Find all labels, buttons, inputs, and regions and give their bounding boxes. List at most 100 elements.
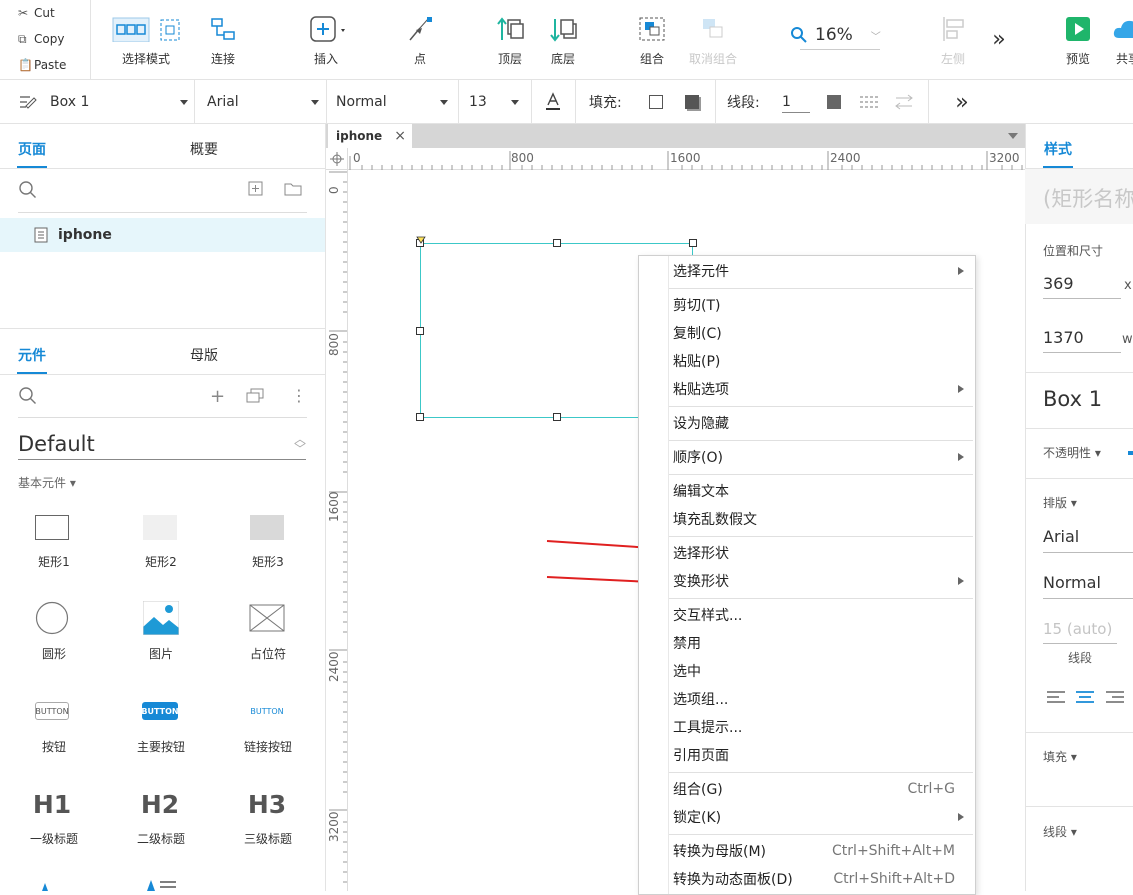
paste-button[interactable]: 📋 Paste xyxy=(0,52,90,78)
page-item-iphone[interactable]: iphone xyxy=(0,218,325,252)
width-input[interactable]: 1370 xyxy=(1043,328,1121,353)
style-select[interactable]: Box 1 xyxy=(18,80,188,124)
menu-item-tooltip[interactable]: 工具提示... xyxy=(639,713,975,741)
tab-masters[interactable]: 母版 xyxy=(176,333,232,377)
connect-button[interactable]: 连接 xyxy=(198,0,248,80)
align-left-text-icon[interactable] xyxy=(1047,690,1065,708)
insert-button[interactable]: 插入 xyxy=(296,0,356,80)
rectangle2-icon[interactable] xyxy=(142,514,178,540)
tab-outline[interactable]: 概要 xyxy=(176,127,232,171)
heading1-icon[interactable]: H1 xyxy=(30,789,74,819)
crosshair-icon[interactable] xyxy=(326,148,348,170)
menu-item-transform-shape[interactable]: 变换形状 xyxy=(639,567,975,595)
shape-name-input[interactable]: (矩形名称) xyxy=(1043,183,1133,213)
library-select[interactable]: Default ︿ ﹀ xyxy=(18,428,306,460)
menu-item-disable[interactable]: 禁用 xyxy=(639,629,975,657)
menu-item-copy[interactable]: 复制(C) xyxy=(639,319,975,347)
resize-handle[interactable] xyxy=(416,413,424,421)
fill-toggle[interactable]: 填充 ▾ xyxy=(1043,748,1077,765)
align-center-text-icon[interactable] xyxy=(1076,690,1094,708)
font-weight-field[interactable]: Normal xyxy=(1043,573,1133,599)
point-button[interactable]: 点 xyxy=(400,0,440,80)
menu-item-convert-dynamic-panel[interactable]: 转换为动态面板(D) Ctrl+Shift+Alt+D xyxy=(639,865,975,893)
preview-button[interactable]: 预览 xyxy=(1058,0,1098,80)
align-left-button[interactable]: 左侧 xyxy=(936,0,970,80)
menu-item-interaction-styles[interactable]: 交互样式... xyxy=(639,601,975,629)
opacity-slider[interactable] xyxy=(1128,451,1133,455)
send-to-bottom-button[interactable]: 底层 xyxy=(543,0,583,80)
menu-item-selected[interactable]: 选中 xyxy=(639,657,975,685)
category-toggle[interactable]: 基本元件 ▾ xyxy=(18,474,76,491)
copy-button[interactable]: ⧉ Copy xyxy=(0,26,90,52)
primary-button-widget-icon[interactable]: BUTTON xyxy=(141,702,179,720)
circle-icon[interactable] xyxy=(35,601,69,639)
bring-to-top-button[interactable]: 顶层 xyxy=(490,0,530,80)
menu-item-edit-text[interactable]: 编辑文本 xyxy=(639,477,975,505)
font-family-field[interactable]: Arial xyxy=(1043,527,1133,553)
library-stack-icon[interactable] xyxy=(246,388,264,408)
cut-button[interactable]: ✂ Cut xyxy=(0,0,90,26)
select-mode-button[interactable]: 选择模式 xyxy=(104,0,188,80)
arrow-style-button[interactable] xyxy=(893,80,915,124)
shadow-button[interactable] xyxy=(682,80,702,124)
search-icon[interactable] xyxy=(18,180,38,204)
tab-widgets[interactable]: 元件 xyxy=(10,333,54,377)
resize-handle[interactable] xyxy=(416,327,424,335)
menu-item-convert-master[interactable]: 转换为母版(M) Ctrl+Shift+Alt+M xyxy=(639,837,975,865)
text-paragraph-widget-icon[interactable] xyxy=(146,878,178,891)
button-widget-icon[interactable]: BUTTON xyxy=(35,702,69,720)
rectangle3-icon[interactable] xyxy=(249,514,285,540)
resize-handle[interactable] xyxy=(689,239,697,247)
font-weight-select[interactable]: Normal xyxy=(336,80,448,124)
menu-item-select-widget[interactable]: 选择元件 xyxy=(639,257,975,285)
ungroup-button[interactable]: 取消组合 xyxy=(684,0,742,80)
close-icon[interactable]: × xyxy=(394,128,406,144)
toolbar-overflow-button[interactable]: » xyxy=(984,24,1014,54)
heading2-icon[interactable]: H2 xyxy=(138,789,182,819)
link-button-widget-icon[interactable]: BUTTON xyxy=(249,702,285,720)
text-label-widget-icon[interactable] xyxy=(40,880,50,891)
x-input[interactable]: 369 xyxy=(1043,274,1121,299)
search-icon[interactable] xyxy=(18,386,38,410)
heading3-icon[interactable]: H3 xyxy=(245,789,289,819)
menu-item-paste[interactable]: 粘贴(P) xyxy=(639,347,975,375)
resize-handle[interactable] xyxy=(553,413,561,421)
group-button[interactable]: 组合 xyxy=(632,0,672,80)
menu-item-set-hidden[interactable]: 设为隐藏 xyxy=(639,409,975,437)
add-library-icon[interactable]: + xyxy=(210,386,225,407)
share-button[interactable]: 共享 xyxy=(1108,0,1133,80)
menu-item-option-group[interactable]: 选项组... xyxy=(639,685,975,713)
menu-item-cut[interactable]: 剪切(T) xyxy=(639,291,975,319)
font-family-select[interactable]: Arial xyxy=(207,80,319,124)
tab-list-chevron-icon[interactable] xyxy=(1008,133,1018,139)
tab-pages[interactable]: 页面 xyxy=(10,127,54,171)
format-overflow-button[interactable]: » xyxy=(948,80,976,124)
tab-style[interactable]: 样式 xyxy=(1036,127,1080,171)
fill-color-button[interactable] xyxy=(646,80,666,124)
more-options-icon[interactable]: ⋮ xyxy=(291,386,307,405)
image-icon[interactable] xyxy=(142,600,180,639)
menu-item-lock[interactable]: 锁定(K) xyxy=(639,803,975,831)
align-right-text-icon[interactable] xyxy=(1106,690,1124,708)
style-name[interactable]: Box 1 xyxy=(1043,387,1102,411)
opacity-toggle[interactable]: 不透明性 ▾ xyxy=(1043,444,1101,461)
add-page-icon[interactable] xyxy=(248,181,264,201)
stroke-toggle[interactable]: 线段 ▾ xyxy=(1043,823,1077,840)
zoom-select[interactable]: 16% ﹀ xyxy=(790,20,882,50)
font-size-select[interactable]: 13 xyxy=(469,80,519,124)
stroke-pattern-button[interactable] xyxy=(858,80,880,124)
rectangle1-icon[interactable] xyxy=(34,514,70,540)
placeholder-icon[interactable] xyxy=(249,604,285,636)
menu-item-paste-options[interactable]: 粘贴选项 xyxy=(639,375,975,403)
tab-iphone[interactable]: iphone × xyxy=(328,124,412,148)
menu-item-group[interactable]: 组合(G) Ctrl+G xyxy=(639,775,975,803)
corner-radius-handle-icon[interactable] xyxy=(416,233,426,248)
menu-item-select-shape[interactable]: 选择形状 xyxy=(639,539,975,567)
menu-item-fill-lorem[interactable]: 填充乱数假文 xyxy=(639,505,975,533)
font-color-button[interactable] xyxy=(542,80,564,124)
resize-handle[interactable] xyxy=(553,239,561,247)
typography-toggle[interactable]: 排版 ▾ xyxy=(1043,494,1077,511)
line-height-input[interactable]: 15 (auto) xyxy=(1043,620,1117,644)
menu-item-order[interactable]: 顺序(O) xyxy=(639,443,975,471)
menu-item-reference-page[interactable]: 引用页面 xyxy=(639,741,975,769)
